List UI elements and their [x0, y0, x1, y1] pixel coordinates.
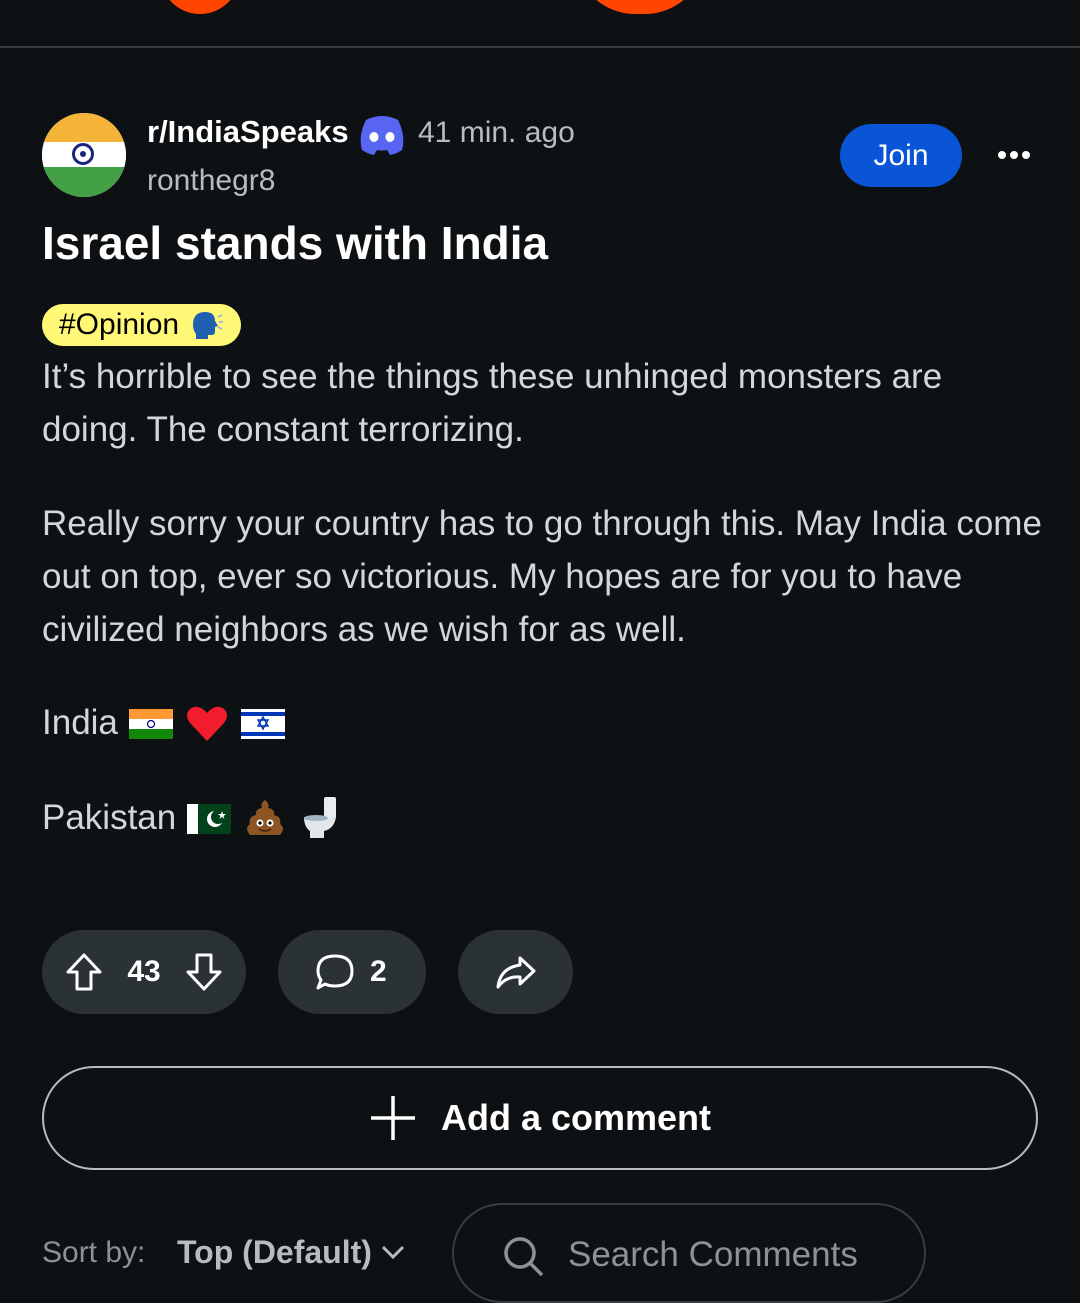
- subreddit-name[interactable]: r/IndiaSpeaks: [147, 114, 349, 150]
- subreddit-avatar[interactable]: [42, 113, 126, 197]
- india-flag-icon: [128, 709, 173, 739]
- post-time: 41 min. ago: [418, 116, 575, 149]
- body-line-pakistan: Pakistan: [42, 795, 344, 841]
- reddit-logo-fragment[interactable]: [160, 0, 240, 14]
- speaking-head-icon: [193, 312, 224, 339]
- vote-count: 43: [127, 955, 161, 988]
- more-options-icon[interactable]: [992, 138, 1036, 172]
- pakistan-flag-icon: [187, 804, 232, 834]
- toilet-icon: [304, 797, 337, 838]
- top-bar: [0, 0, 1080, 48]
- search-comments-input[interactable]: Search Comments: [452, 1203, 926, 1303]
- body-paragraph-2: Really sorry your country has to go thro…: [42, 504, 1042, 649]
- post-author[interactable]: ronthegr8: [147, 164, 275, 198]
- sort-dropdown[interactable]: Top (Default): [177, 1234, 372, 1271]
- add-comment-button[interactable]: Add a comment: [42, 1066, 1038, 1170]
- body-line-india-text: India: [42, 703, 118, 742]
- body-paragraph-1: It’s horrible to see the things these un…: [42, 357, 943, 449]
- poop-icon: [247, 800, 284, 835]
- chevron-down-icon[interactable]: [380, 1244, 406, 1260]
- top-action-fragment[interactable]: [575, 0, 705, 14]
- add-comment-label: Add a comment: [440, 1097, 712, 1138]
- comment-icon: [316, 954, 354, 990]
- comments-button[interactable]: 2: [278, 930, 426, 1014]
- join-button[interactable]: Join: [840, 124, 962, 187]
- vote-pill: 43: [42, 930, 246, 1014]
- share-button[interactable]: [458, 930, 573, 1014]
- upvote-icon[interactable]: [64, 951, 104, 993]
- plus-icon: [370, 1096, 415, 1140]
- sort-by-label: Sort by:: [42, 1236, 146, 1269]
- comment-count: 2: [370, 955, 387, 988]
- share-icon: [496, 956, 535, 989]
- post-body: It’s horrible to see the things these un…: [42, 350, 1042, 456]
- israel-flag-icon: [240, 709, 285, 739]
- search-placeholder: Search Comments: [568, 1235, 858, 1274]
- flair-label: #Opinion: [59, 308, 180, 341]
- post-title: Israel stands with India: [42, 217, 549, 269]
- post-flair[interactable]: #Opinion: [42, 304, 242, 346]
- discord-icon: [360, 116, 404, 155]
- body-line-india: India: [42, 700, 286, 746]
- search-icon: [504, 1237, 544, 1277]
- red-heart-icon: [186, 706, 227, 741]
- body-line-pakistan-text: Pakistan: [42, 798, 177, 837]
- downvote-icon[interactable]: [184, 951, 224, 993]
